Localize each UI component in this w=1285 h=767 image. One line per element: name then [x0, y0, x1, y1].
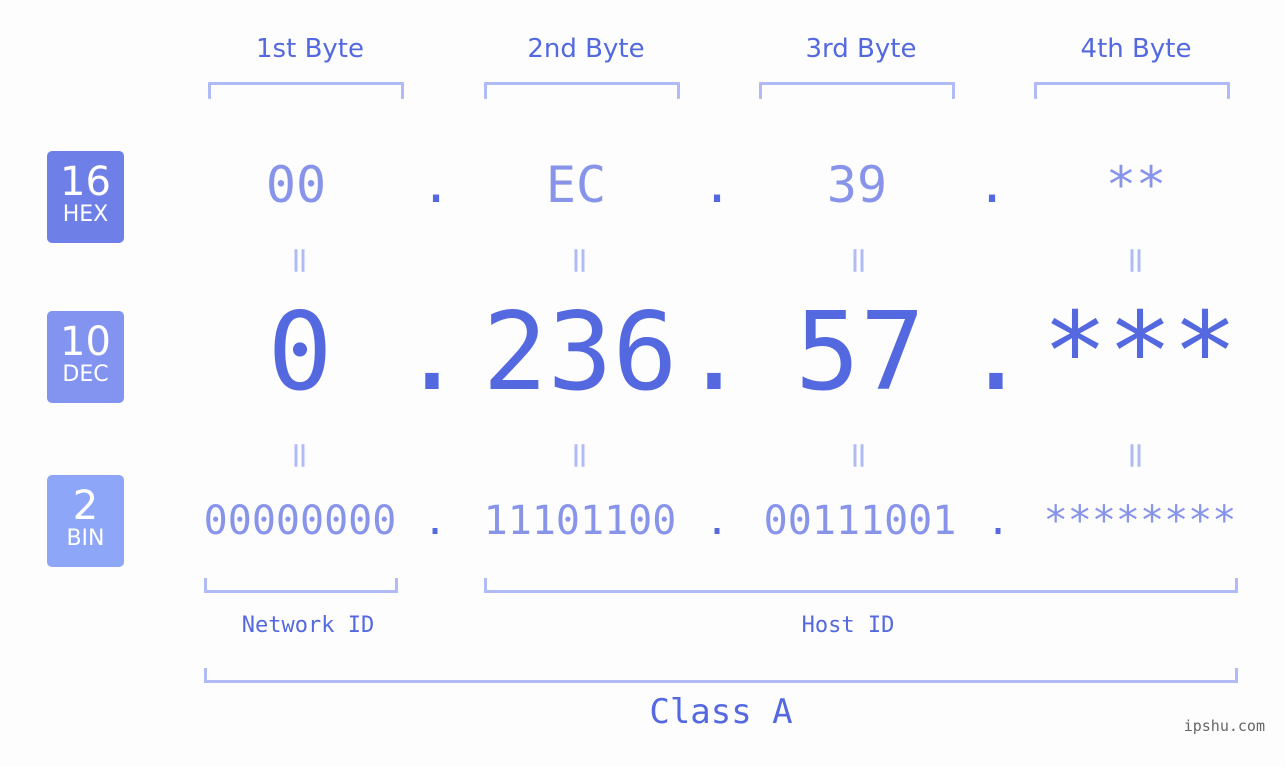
equals-icon: = [279, 245, 321, 276]
network-id-label: Network ID [241, 613, 375, 638]
dec-badge: 10 DEC [47, 311, 124, 403]
byte-header-3: 3rd Byte [805, 34, 917, 64]
bin-byte-4: ******** [1043, 498, 1237, 544]
dec-badge-number: 10 [60, 319, 111, 365]
hex-badge-label: HEX [62, 202, 109, 227]
dec-byte-4: *** [1042, 290, 1238, 415]
dec-badge-label: DEC [62, 362, 109, 387]
bin-badge: 2 BIN [47, 475, 124, 567]
hex-byte-4: ** [1105, 156, 1167, 214]
class-bracket [204, 668, 1238, 683]
byte-bracket-2 [484, 82, 680, 99]
equals-icon: = [559, 245, 601, 276]
byte-bracket-4 [1034, 82, 1230, 99]
class-label: Class A [649, 692, 793, 732]
equals-icon: = [559, 440, 601, 471]
hex-badge: 16 HEX [47, 151, 124, 243]
watermark: ipshu.com [1183, 717, 1265, 735]
equals-icon: = [838, 440, 880, 471]
network-id-bracket [204, 578, 398, 593]
byte-header-4: 4th Byte [1080, 34, 1192, 64]
byte-bracket-1 [208, 82, 404, 99]
equals-icon: = [838, 245, 880, 276]
host-id-bracket [484, 578, 1238, 593]
bin-badge-label: BIN [66, 526, 105, 551]
equals-icon: = [1115, 245, 1157, 276]
equals-icon: = [279, 440, 321, 471]
bin-badge-number: 2 [72, 483, 99, 529]
byte-bracket-3 [759, 82, 955, 99]
host-id-label: Host ID [801, 613, 895, 638]
byte-header-2: 2nd Byte [527, 34, 645, 64]
equals-icon: = [1115, 440, 1157, 471]
byte-header-1: 1st Byte [256, 34, 364, 64]
hex-badge-number: 16 [60, 159, 111, 205]
